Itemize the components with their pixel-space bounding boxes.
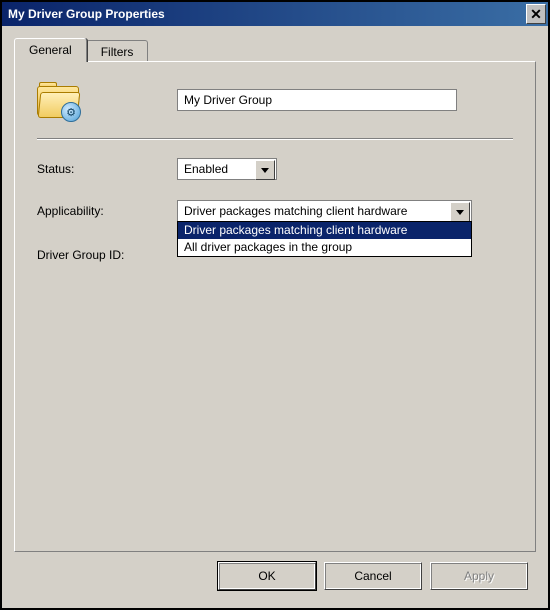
window-title: My Driver Group Properties [8,7,165,21]
close-icon[interactable]: ✕ [526,4,546,24]
button-label: Cancel [354,569,391,583]
client-area: General Filters ⚙ Sta [2,26,548,608]
applicability-label: Applicability: [37,204,177,218]
properties-dialog: My Driver Group Properties ✕ General Fil… [0,0,550,610]
dialog-button-row: OK Cancel Apply [14,552,536,600]
applicability-row: Applicability: Driver packages matching … [37,200,513,222]
apply-button: Apply [430,562,528,590]
applicability-select-value: Driver packages matching client hardware [184,204,407,218]
applicability-select[interactable]: Driver packages matching client hardware [177,200,472,222]
button-label: OK [258,569,275,583]
status-select-value: Enabled [184,162,228,176]
applicability-option[interactable]: Driver packages matching client hardware [178,222,471,239]
status-label: Status: [37,162,177,176]
status-row: Status: Enabled [37,158,513,180]
cancel-button[interactable]: Cancel [324,562,422,590]
chevron-down-icon[interactable] [450,202,470,222]
tab-label: Filters [101,45,134,59]
tab-label: General [29,43,72,57]
ok-button[interactable]: OK [218,562,316,590]
chevron-down-icon[interactable] [255,160,275,180]
group-name-input[interactable] [177,89,457,111]
tabstrip: General Filters [14,38,536,62]
folder-icon: ⚙ [37,82,177,118]
applicability-dropdown-list: Driver packages matching client hardware… [177,221,472,257]
driver-group-id-label: Driver Group ID: [37,248,177,262]
separator [37,138,513,140]
tab-panel-general: ⚙ Status: Enabled Applicability: [14,61,536,552]
tab-general[interactable]: General [14,38,87,62]
titlebar: My Driver Group Properties ✕ [2,2,548,26]
button-label: Apply [464,569,494,583]
applicability-option[interactable]: All driver packages in the group [178,239,471,256]
status-select[interactable]: Enabled [177,158,277,180]
gear-icon: ⚙ [61,102,81,122]
name-row: ⚙ [37,82,513,118]
